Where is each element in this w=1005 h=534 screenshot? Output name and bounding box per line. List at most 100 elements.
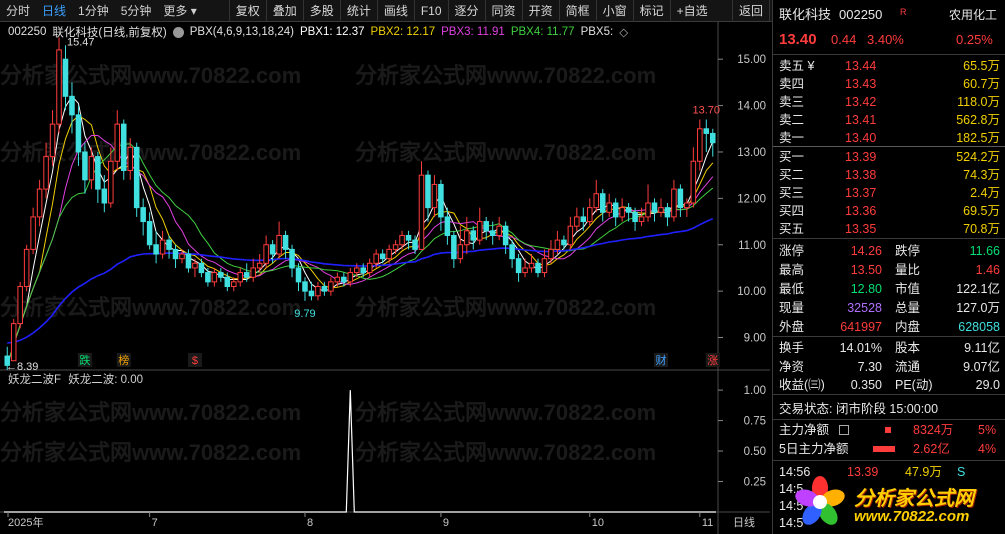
candle-body xyxy=(308,290,315,297)
candle-body xyxy=(224,276,231,288)
sector-name[interactable]: 农用化工 xyxy=(949,6,997,24)
toolbar-button-9[interactable]: 简框 xyxy=(558,0,596,22)
bid-row[interactable]: 买五 13.35 70.8万 xyxy=(773,220,1005,238)
x-tick-label: 8 xyxy=(307,517,313,529)
toolbar-button-4[interactable]: 画线 xyxy=(376,0,414,22)
candle-body xyxy=(431,183,438,209)
period-tab-1[interactable]: 日线 xyxy=(36,0,72,22)
candle-body xyxy=(205,272,211,283)
ask-row[interactable]: 卖二 13.41 562.8万 xyxy=(773,111,1005,129)
bid-row[interactable]: 买三 13.37 2.4万 xyxy=(773,184,1005,202)
price-tick-label: 13.00 xyxy=(737,147,766,159)
bid-row[interactable]: 买一 13.39 524.2万 xyxy=(773,148,1005,166)
candle-body xyxy=(360,267,367,274)
candle-body xyxy=(82,151,88,181)
toolbar-button-11[interactable]: 标记 xyxy=(632,0,670,22)
quote-title-row: 联化科技 002250 R 农用化工 xyxy=(773,6,1005,26)
candle-body xyxy=(56,49,62,125)
toolbar-button-8[interactable]: 开资 xyxy=(521,0,559,22)
candle-body xyxy=(353,267,360,274)
period-tab-4[interactable]: 更多 ▾ xyxy=(157,0,202,22)
candle-body xyxy=(658,207,664,213)
bid-price: 13.35 xyxy=(845,222,877,236)
bid-row[interactable]: 买二 13.38 74.3万 xyxy=(773,166,1005,184)
candle-body xyxy=(509,244,515,260)
toolbar-button-0[interactable]: 复权 xyxy=(228,0,266,22)
candle-body xyxy=(399,234,405,246)
indicator-tick-label: 1.00 xyxy=(744,385,766,397)
candle-body xyxy=(379,253,386,260)
toolbar-button-5[interactable]: F10 xyxy=(413,0,448,22)
x-tick-label: 10 xyxy=(592,517,604,529)
pbx5-line xyxy=(7,217,714,344)
stat-value: 0.350 xyxy=(850,378,882,392)
stat-value: 14.26 xyxy=(850,244,882,258)
candle-body xyxy=(127,146,133,172)
candle-body xyxy=(528,262,535,269)
candle-body xyxy=(172,248,179,260)
candle-body xyxy=(146,221,153,246)
price-tick-label: 12.00 xyxy=(737,193,766,205)
candle-body xyxy=(69,95,75,116)
toolbar-button-6[interactable]: 逐分 xyxy=(447,0,485,22)
bid-row[interactable]: 买四 13.36 69.5万 xyxy=(773,202,1005,220)
candle-body xyxy=(709,132,716,144)
chart-area[interactable]: 9.00 10.00 11.00 12.00 13.00 14.00 15.00 0.25 0.… xyxy=(0,22,770,534)
toolbar-button-12[interactable]: +自选 xyxy=(669,0,714,22)
toolbar-button-1[interactable]: 叠加 xyxy=(265,0,303,22)
bid-volume: 2.4万 xyxy=(970,186,1000,200)
list-icon[interactable] xyxy=(839,425,849,435)
toolbar-button-13[interactable]: 返回 xyxy=(731,0,770,22)
candle-body xyxy=(664,207,671,218)
period-tab-2[interactable]: 1分钟 xyxy=(72,0,115,22)
period-tab-0[interactable]: 分时 xyxy=(0,0,36,22)
candle-body xyxy=(502,225,509,246)
stat-label: 内盘 xyxy=(895,320,921,334)
price-change: 0.44 xyxy=(831,32,857,47)
stats2-row: 换手 14.01% 股本 9.11亿 xyxy=(773,339,1005,357)
period-tab-3[interactable]: 5分钟 xyxy=(115,0,158,22)
price-tick-label: 9.00 xyxy=(744,333,766,345)
stat-value: 12.80 xyxy=(850,282,882,296)
candle-body xyxy=(159,239,166,255)
candle-body xyxy=(632,211,638,223)
candle-body xyxy=(567,225,574,246)
stat-label: 总量 xyxy=(895,301,921,315)
bid-label: 买五 xyxy=(779,222,805,236)
candle-body xyxy=(88,156,95,181)
indicator-legend: 妖龙二波F 妖龙二波: 0.00 xyxy=(8,371,143,387)
candle-body xyxy=(677,188,684,209)
candle-body xyxy=(580,216,587,223)
diamond-icon[interactable]: ◇ xyxy=(619,25,628,39)
trade-status: 交易状态: 闭市阶段 15:00:00 xyxy=(779,402,939,416)
toolbar-button-3[interactable]: 统计 xyxy=(339,0,377,22)
legend-pbx1: PBX1: 12.37 xyxy=(299,26,365,38)
ask-label: 卖四 xyxy=(779,77,805,91)
gear-icon[interactable] xyxy=(172,26,184,38)
toolbar-button-2[interactable]: 多股 xyxy=(302,0,340,22)
low-annotation: 9.79 xyxy=(294,308,315,320)
candle-body xyxy=(587,207,593,223)
candle-body xyxy=(192,262,198,269)
price-chart[interactable]: 9.00 10.00 11.00 12.00 13.00 14.00 15.00 0.25 0.… xyxy=(0,22,770,534)
candle-body xyxy=(548,248,554,260)
ask-row[interactable]: 卖五 ¥ 13.44 65.5万 xyxy=(773,57,1005,75)
stat-label: 市值 xyxy=(895,282,921,296)
sector-change-pct: 0.25% xyxy=(956,32,993,47)
candle-body xyxy=(561,239,567,246)
pbx2-line xyxy=(6,114,714,366)
ask-row[interactable]: 卖三 13.42 118.0万 xyxy=(773,93,1005,111)
toolbar-button-7[interactable]: 同资 xyxy=(484,0,522,22)
candle-body xyxy=(535,262,541,274)
price-change-pct: 3.40% xyxy=(867,32,904,47)
toolbar-button-10[interactable]: 小窗 xyxy=(595,0,633,22)
flower-logo-icon xyxy=(795,476,845,525)
ask-row[interactable]: 卖四 13.43 60.7万 xyxy=(773,75,1005,93)
ask-row[interactable]: 卖一 13.40 182.5万 xyxy=(773,129,1005,147)
ask-volume: 182.5万 xyxy=(956,131,1000,145)
candle-body xyxy=(23,248,30,287)
last-price: 13.40 xyxy=(779,31,817,48)
candle-body xyxy=(444,216,451,236)
ask-price: 13.42 xyxy=(845,95,877,109)
candle-body xyxy=(237,272,244,283)
